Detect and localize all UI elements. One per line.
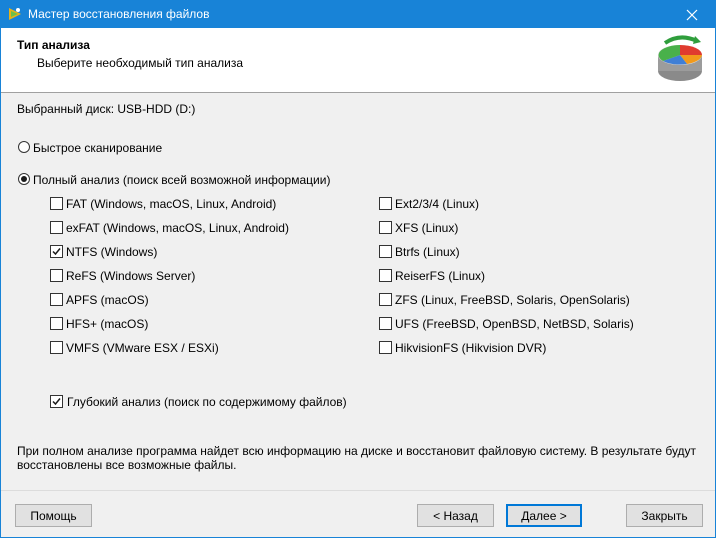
filesystem-left-item-label[interactable]: APFS (macOS) [66, 293, 149, 307]
window-title: Мастер восстановления файлов [28, 7, 210, 21]
filesystem-left-item-checkbox[interactable] [50, 245, 63, 258]
full-analysis-label[interactable]: Полный анализ (поиск всей возможной инфо… [33, 173, 330, 187]
info-text-line1: При полном анализе программа найдет всю … [17, 444, 697, 458]
wizard-header: Тип анализа Выберите необходимый тип ана… [1, 28, 715, 93]
filesystem-left-item-label[interactable]: NTFS (Windows) [66, 245, 157, 259]
filesystem-left-item-label[interactable]: exFAT (Windows, macOS, Linux, Android) [66, 221, 289, 235]
filesystem-right-item-checkbox[interactable] [379, 317, 392, 330]
footer-divider [1, 490, 715, 491]
quick-scan-radio[interactable] [18, 141, 30, 153]
filesystem-left-item-checkbox[interactable] [50, 221, 63, 234]
filesystem-left-item-label[interactable]: VMFS (VMware ESX / ESXi) [66, 341, 219, 355]
filesystem-left-item-label[interactable]: HFS+ (macOS) [66, 317, 148, 331]
disk-recovery-logo [651, 31, 709, 89]
filesystem-right-item-label[interactable]: HikvisionFS (Hikvision DVR) [395, 341, 546, 355]
filesystem-left-item-checkbox[interactable] [50, 293, 63, 306]
full-analysis-radio[interactable] [18, 173, 30, 185]
wizard-window: Мастер восстановления файлов Тип анализа… [0, 0, 716, 538]
filesystem-right-item-label[interactable]: UFS (FreeBSD, OpenBSD, NetBSD, Solaris) [395, 317, 634, 331]
filesystem-left-item-checkbox[interactable] [50, 317, 63, 330]
filesystem-left-item-checkbox[interactable] [50, 341, 63, 354]
filesystem-right-item-label[interactable]: Ext2/3/4 (Linux) [395, 197, 479, 211]
quick-scan-label[interactable]: Быстрое сканирование [33, 141, 162, 155]
filesystem-left-item-checkbox[interactable] [50, 269, 63, 282]
filesystem-left-item-label[interactable]: ReFS (Windows Server) [66, 269, 195, 283]
filesystem-right-item-label[interactable]: Btrfs (Linux) [395, 245, 460, 259]
filesystem-right-item-checkbox[interactable] [379, 341, 392, 354]
filesystem-right-item-label[interactable]: ZFS (Linux, FreeBSD, Solaris, OpenSolari… [395, 293, 630, 307]
filesystem-right-item-checkbox[interactable] [379, 269, 392, 282]
filesystem-right-item-checkbox[interactable] [379, 221, 392, 234]
filesystem-right-item-label[interactable]: ReiserFS (Linux) [395, 269, 485, 283]
close-icon[interactable] [669, 1, 715, 28]
page-title: Тип анализа [17, 38, 90, 52]
title-bar[interactable]: Мастер восстановления файлов [1, 1, 715, 28]
deep-analysis-label[interactable]: Глубокий анализ (поиск по содержимому фа… [67, 395, 347, 409]
back-button[interactable]: < Назад [417, 504, 494, 527]
next-button[interactable]: Далее > [506, 504, 582, 527]
filesystem-left-item-checkbox[interactable] [50, 197, 63, 210]
deep-analysis-checkbox[interactable] [50, 395, 63, 408]
filesystem-right-item-checkbox[interactable] [379, 197, 392, 210]
wizard-app-icon [7, 6, 23, 22]
selected-disk-label: Выбранный диск: USB-HDD (D:) [17, 102, 196, 116]
help-button[interactable]: Помощь [15, 504, 92, 527]
filesystem-right-item-label[interactable]: XFS (Linux) [395, 221, 458, 235]
filesystem-right-item-checkbox[interactable] [379, 245, 392, 258]
filesystem-left-item-label[interactable]: FAT (Windows, macOS, Linux, Android) [66, 197, 276, 211]
page-subtitle: Выберите необходимый тип анализа [37, 56, 244, 70]
info-text-line2: восстановлены все возможные файлы. [17, 458, 237, 472]
filesystem-right-item-checkbox[interactable] [379, 293, 392, 306]
close-button[interactable]: Закрыть [626, 504, 703, 527]
